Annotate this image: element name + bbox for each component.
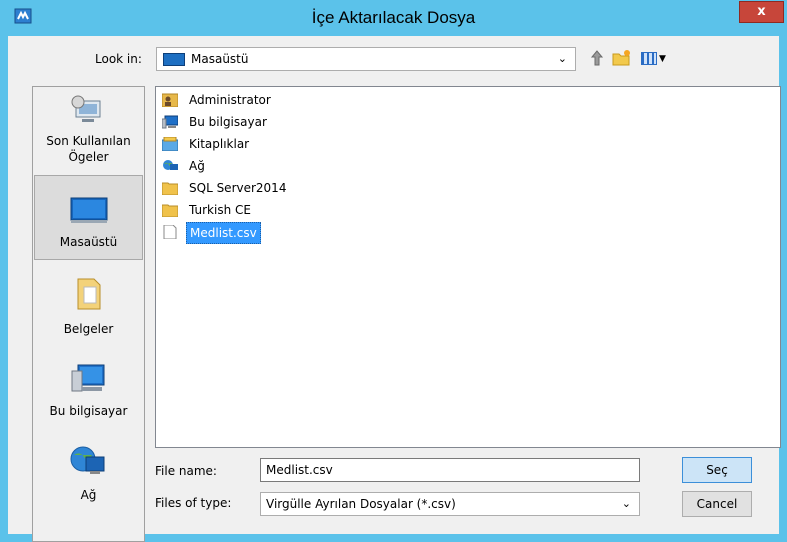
computer-icon	[71, 364, 105, 392]
chevron-down-icon: ⌄	[557, 52, 567, 65]
cancel-button[interactable]: Cancel	[682, 491, 752, 517]
folder-icon	[162, 182, 178, 195]
open-button[interactable]: Seç	[682, 457, 752, 483]
up-folder-icon[interactable]	[586, 49, 608, 69]
look-in-label: Look in:	[95, 52, 142, 66]
file-name: SQL Server2014	[189, 181, 287, 195]
view-menu-icon[interactable]: ▼	[640, 49, 670, 69]
file-name-label: File name:	[155, 464, 217, 478]
file-name: Ağ	[189, 159, 205, 173]
network-icon	[163, 160, 178, 170]
look-in-dropdown[interactable]: Masaüstü ⌄	[156, 47, 576, 71]
place-label: Masaüstü	[59, 235, 118, 249]
places-bar: Son Kullanılan Ögeler Masaüstü Belgeler	[32, 86, 145, 542]
file-icon	[163, 225, 177, 239]
file-name: Administrator	[189, 93, 271, 107]
file-name-input[interactable]: Medlist.csv	[260, 458, 640, 482]
desktop-icon	[70, 197, 108, 223]
place-label: Belgeler	[63, 322, 114, 336]
desktop-icon	[163, 53, 185, 66]
new-folder-icon[interactable]	[611, 49, 633, 69]
file-type-dropdown[interactable]: Virgülle Ayrılan Dosyalar (*.csv) ⌄	[260, 492, 640, 516]
dialog-body: Look in: Masaüstü ⌄ ▼ Son Kullanılan Öge…	[8, 36, 781, 542]
place-label: Son Kullanılan Ögeler	[46, 134, 131, 164]
title-bar[interactable]: İçe Aktarılacak Dosya x	[0, 0, 787, 36]
network-icon	[70, 446, 105, 474]
file-type-label: Files of type:	[155, 496, 232, 510]
documents-icon	[77, 278, 101, 310]
file-name: Medlist.csv	[186, 222, 261, 244]
place-network[interactable]: Ağ	[34, 445, 143, 530]
place-recent-items[interactable]: Son Kullanılan Ögeler	[34, 89, 143, 174]
dialog-title: İçe Aktarılacak Dosya	[311, 8, 476, 27]
recent-items-icon	[71, 95, 101, 122]
close-button[interactable]: x	[739, 1, 784, 23]
file-type-value: Virgülle Ayrılan Dosyalar (*.csv)	[266, 497, 456, 511]
computer-icon	[162, 115, 178, 129]
file-list[interactable]: Administrator Bu bilgisayar Kitaplıklar	[155, 86, 781, 448]
file-dialog-window: İçe Aktarılacak Dosya x Look in: Masaüst…	[0, 0, 787, 542]
file-name: Turkish CE	[189, 203, 251, 217]
place-label: Bu bilgisayar	[49, 404, 128, 418]
libraries-icon	[162, 137, 178, 151]
user-folder-icon	[162, 93, 178, 107]
chevron-down-icon: ⌄	[621, 497, 631, 510]
place-label: Ağ	[80, 488, 97, 502]
look-in-value: Masaüstü	[191, 52, 249, 66]
file-name: Bu bilgisayar	[189, 115, 267, 129]
place-desktop[interactable]: Masaüstü	[34, 175, 143, 260]
place-documents[interactable]: Belgeler	[34, 265, 143, 350]
place-computer[interactable]: Bu bilgisayar	[34, 355, 143, 440]
folder-icon	[162, 204, 178, 217]
file-name: Kitaplıklar	[189, 137, 250, 151]
